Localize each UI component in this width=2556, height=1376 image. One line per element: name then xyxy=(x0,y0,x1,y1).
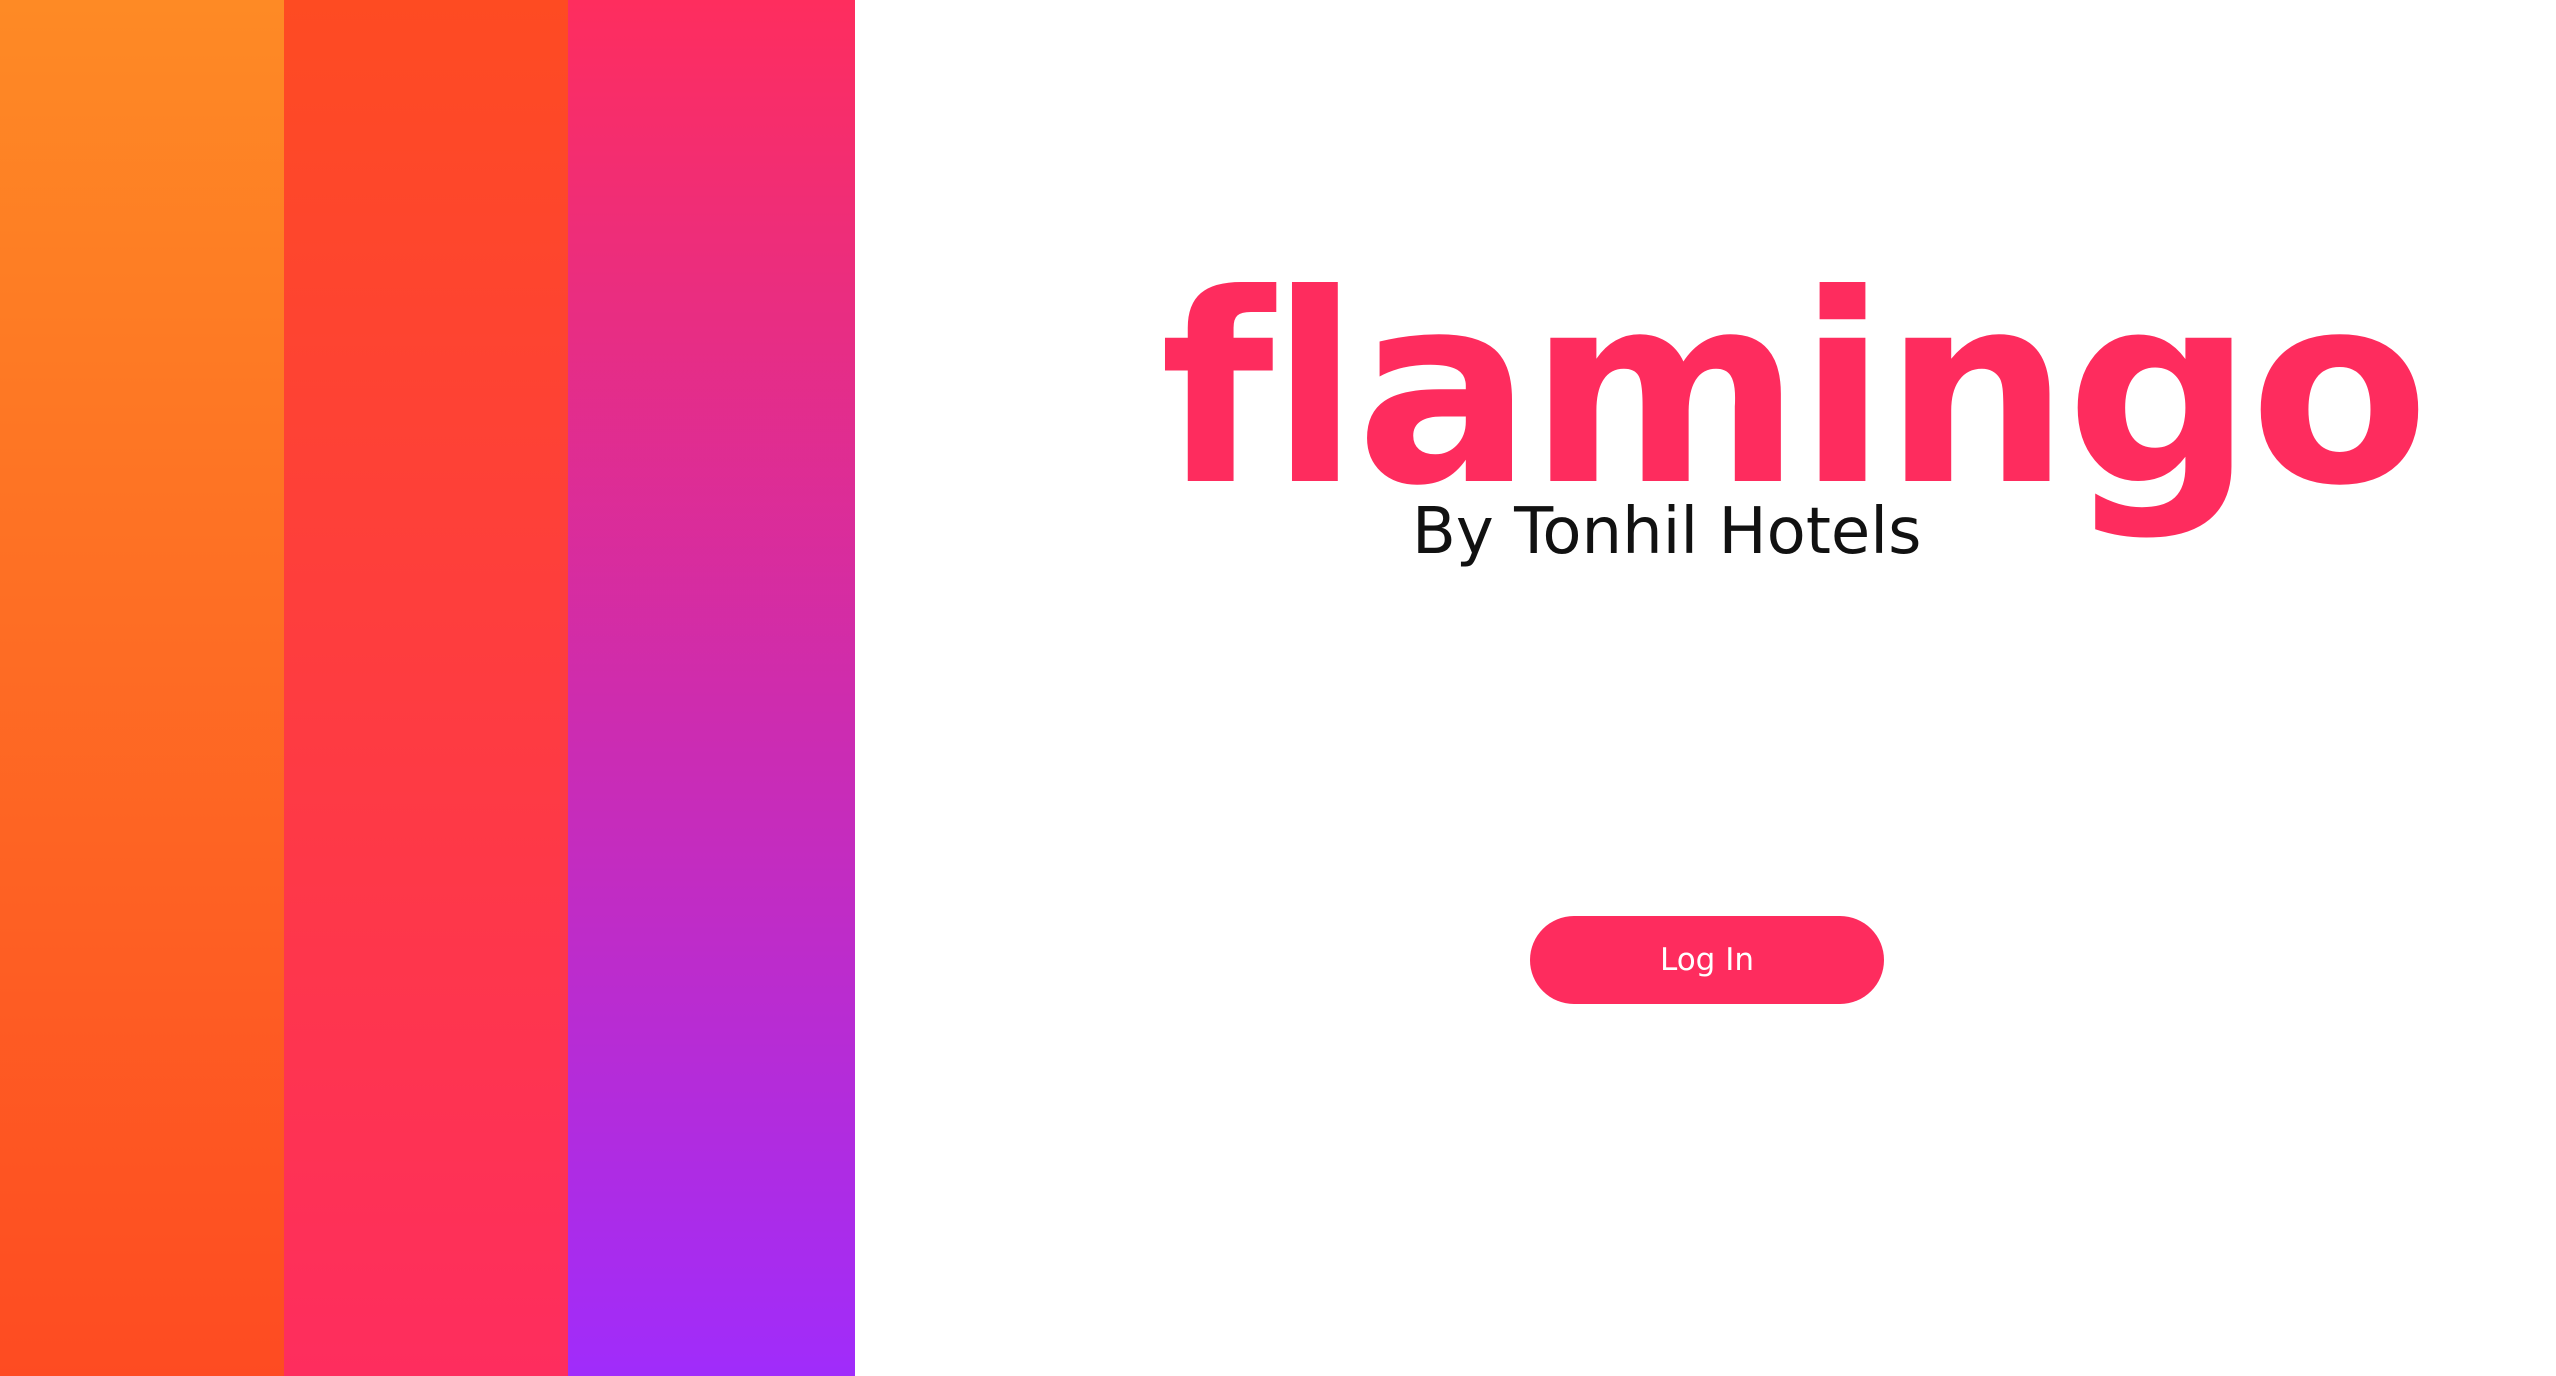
decorative-stripes xyxy=(0,0,855,1376)
red-stripe xyxy=(284,0,568,1376)
login-page: flamingo By Tonhil Hotels Log In xyxy=(0,0,2556,1376)
orange-stripe xyxy=(0,0,284,1376)
brand-block: flamingo By Tonhil Hotels xyxy=(1160,260,2429,600)
login-button[interactable]: Log In xyxy=(1530,916,1884,1004)
tagline: By Tonhil Hotels xyxy=(1412,495,1922,569)
flamingo-logo: flamingo xyxy=(1160,238,2429,543)
pink-purple-stripe xyxy=(568,0,855,1376)
